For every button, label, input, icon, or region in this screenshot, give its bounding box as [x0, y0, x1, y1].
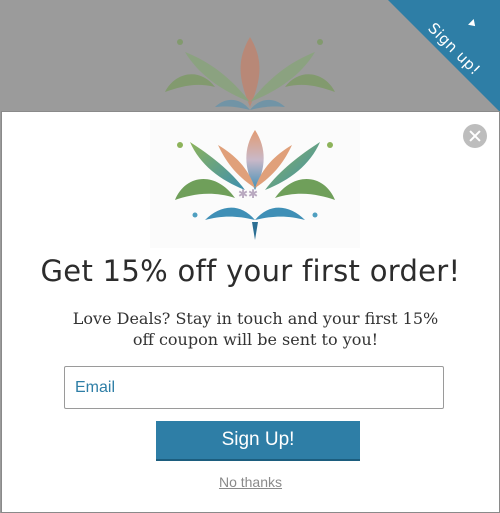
signup-button[interactable]: Sign Up! [156, 421, 360, 461]
corner-signup-tab[interactable]: Sign up! [388, 0, 500, 112]
no-thanks-link[interactable]: No thanks [2, 474, 499, 490]
signup-modal: ✱✱ Get 15% off your first order! Love De… [1, 111, 500, 513]
background-logo-icon [165, 37, 335, 110]
floral-logo-icon: ✱✱ [150, 120, 360, 248]
corner-tab-background [388, 0, 500, 112]
svg-text:✱✱: ✱✱ [238, 187, 258, 201]
close-icon[interactable] [463, 124, 487, 148]
modal-headline: Get 15% off your first order! [40, 254, 461, 288]
email-field[interactable] [64, 366, 444, 409]
modal-subtext: Love Deals? Stay in touch and your first… [72, 309, 439, 349]
